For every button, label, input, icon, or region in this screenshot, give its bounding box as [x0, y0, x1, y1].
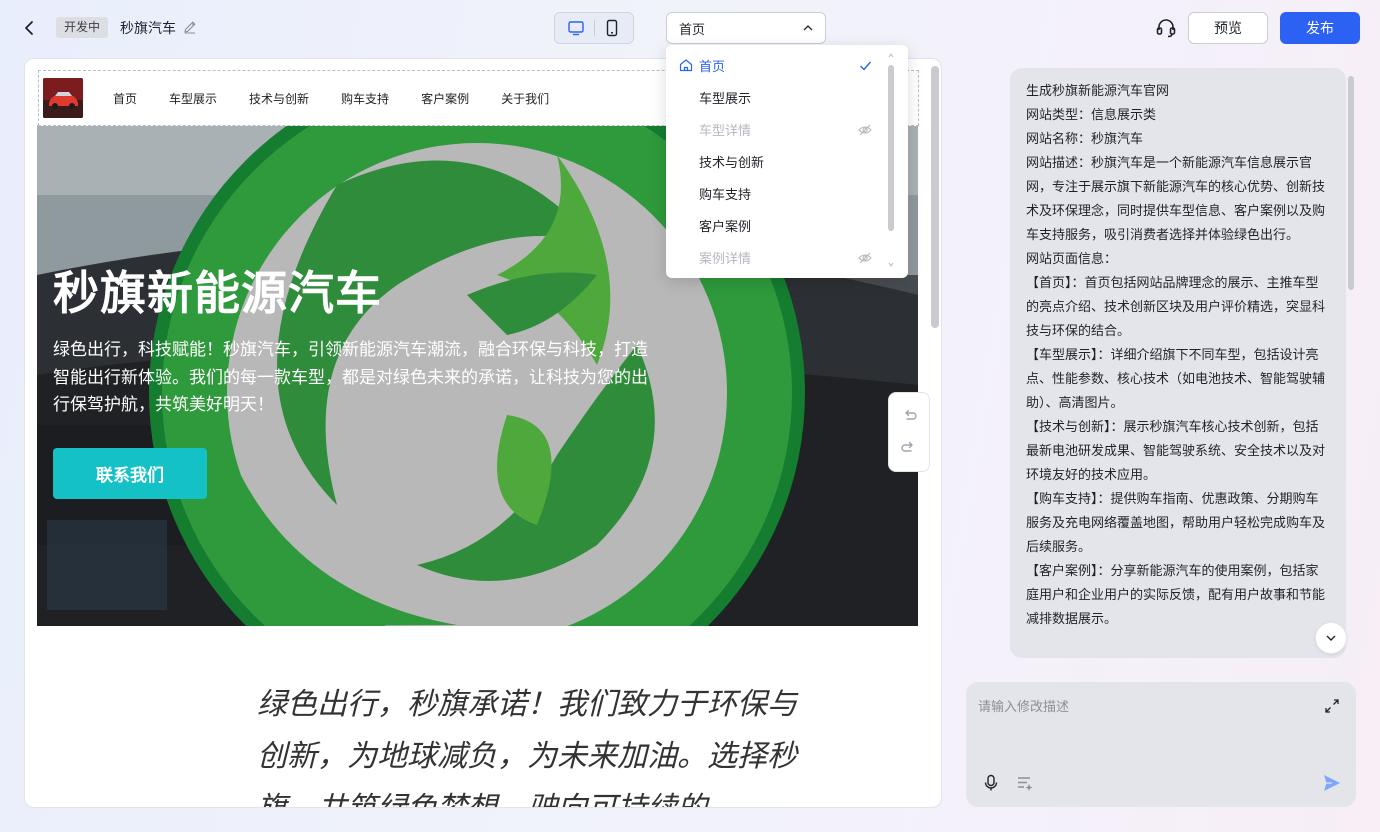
page-option-label: 技术与创新 — [699, 155, 765, 171]
page-option-models[interactable]: 车型展示 — [666, 81, 888, 113]
send-icon[interactable] — [1322, 773, 1342, 793]
device-switch — [554, 12, 634, 44]
publish-button[interactable]: 发布 — [1280, 12, 1360, 44]
hero-description: 绿色出行，科技赋能！秒旗汽车，引领新能源汽车潮流，融合环保与科技，打造智能出行新… — [53, 340, 648, 415]
page-option-label: 首页 — [699, 59, 726, 75]
scroll-up-arrow-icon[interactable] — [888, 51, 894, 59]
site-name: 秒旗汽车 — [120, 21, 176, 37]
preview-button[interactable]: 预览 — [1188, 12, 1268, 44]
site-nav-tech[interactable]: 技术与创新 — [249, 90, 309, 107]
chevron-up-icon — [803, 25, 813, 31]
monitor-icon — [568, 21, 584, 36]
scroll-down-arrow-icon[interactable] — [888, 261, 894, 269]
phone-icon — [606, 19, 617, 37]
home-icon — [679, 59, 693, 72]
chevron-left-icon — [25, 21, 33, 35]
site-nav-menu: 首页 车型展示 技术与创新 购车支持 客户案例 关于我们 — [113, 90, 581, 107]
site-logo[interactable] — [43, 78, 83, 118]
page-option-cases[interactable]: 客户案例 — [666, 209, 888, 241]
chat-message-text: 生成秒旗新能源汽车官网 网站类型：信息展示类 网站名称：秒旗汽车 网站描述：秒旗… — [1026, 84, 1326, 627]
site-nav-models[interactable]: 车型展示 — [169, 90, 217, 107]
page-select[interactable]: 首页 — [666, 12, 826, 44]
chat-scrollbar[interactable] — [1348, 76, 1354, 290]
desktop-view-button[interactable] — [559, 16, 594, 40]
status-badge: 开发中 — [56, 17, 109, 38]
expand-icon[interactable] — [1324, 698, 1340, 714]
prompt-list-icon[interactable] — [1016, 774, 1034, 792]
page-option-label: 案例详情 — [699, 251, 752, 267]
check-icon — [860, 61, 872, 71]
page-option-label: 车型详情 — [699, 123, 752, 139]
modification-input-box — [966, 682, 1356, 807]
chat-message-bubble: 生成秒旗新能源汽车官网 网站类型：信息展示类 网站名称：秒旗汽车 网站描述：秒旗… — [1010, 68, 1346, 658]
back-button[interactable] — [18, 16, 40, 40]
contact-us-button[interactable]: 联系我们 — [53, 448, 207, 499]
modification-input[interactable] — [978, 696, 1308, 746]
site-nav-about[interactable]: 关于我们 — [501, 90, 549, 107]
page-option-home[interactable]: 首页 — [666, 49, 888, 81]
page-option-label: 客户案例 — [699, 219, 752, 235]
mobile-view-button[interactable] — [594, 16, 629, 40]
dropdown-scrollbar[interactable] — [888, 65, 894, 231]
page-option-case-detail[interactable]: 案例详情 — [666, 241, 888, 273]
scroll-to-bottom-button[interactable] — [1315, 622, 1347, 654]
undo-button[interactable] — [899, 406, 919, 426]
redo-button[interactable] — [899, 438, 919, 458]
hero-title: 秒旗新能源汽车 — [53, 266, 382, 320]
canvas-scrollbar[interactable] — [931, 66, 939, 328]
redo-icon — [901, 441, 913, 452]
microphone-icon[interactable] — [982, 774, 1000, 792]
headset-icon[interactable] — [1154, 16, 1178, 40]
edit-pencil-icon[interactable] — [183, 20, 197, 34]
page-option-support[interactable]: 购车支持 — [666, 177, 888, 209]
site-nav-cases[interactable]: 客户案例 — [421, 90, 469, 107]
page-option-model-detail[interactable]: 车型详情 — [666, 113, 888, 145]
page-option-label: 车型展示 — [699, 91, 752, 107]
site-nav-support[interactable]: 购车支持 — [341, 90, 389, 107]
slogan-text: 绿色出行，秒旗承诺！我们致力于环保与创新，为地球减负，为未来加油。选择秒旗，共筑… — [257, 687, 797, 807]
eye-off-icon[interactable] — [858, 123, 872, 137]
car-logo-image — [43, 78, 83, 118]
page-dropdown-menu: 首页 车型展示 车型详情 技术与创新 购车支持 客户案例 案例详情 — [666, 45, 908, 278]
page-option-tech[interactable]: 技术与创新 — [666, 145, 888, 177]
chevron-down-icon — [1326, 635, 1336, 641]
page-option-label: 购车支持 — [699, 187, 752, 203]
page-select-value: 首页 — [679, 22, 706, 38]
eye-off-icon[interactable] — [858, 251, 872, 265]
site-nav-home[interactable]: 首页 — [113, 90, 137, 107]
undo-redo-toolbar — [888, 392, 930, 472]
undo-icon — [905, 409, 917, 420]
